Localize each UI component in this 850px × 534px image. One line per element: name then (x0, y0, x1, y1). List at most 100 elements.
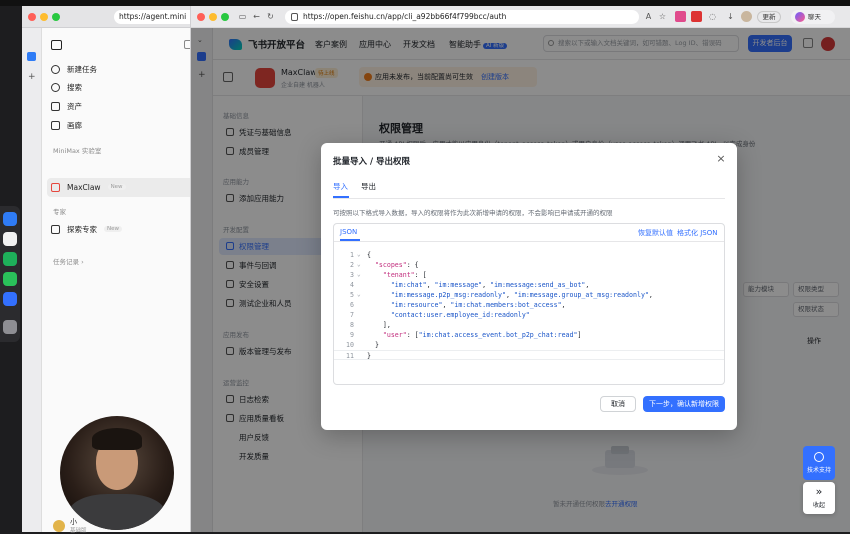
minimize-window-icon[interactable] (209, 13, 217, 21)
close-window-icon[interactable] (28, 13, 36, 21)
back-sidebar-rail: + (22, 28, 42, 532)
search-icon (51, 82, 60, 92)
back-address-bar[interactable]: https://agent.mini (114, 10, 200, 24)
wechat-app-icon[interactable] (3, 272, 17, 286)
chat-logo-icon (795, 12, 805, 22)
code-line[interactable]: 9 "user": ["im:chat.access_event.bot_p2p… (334, 330, 724, 340)
next-confirm-button[interactable]: 下一步，确认新增权限 (643, 396, 725, 412)
code-text: } (367, 352, 371, 360)
fold-chevron-icon[interactable]: ⌄ (357, 260, 361, 270)
fold-chevron-icon[interactable]: ⌄ (357, 270, 361, 280)
presenter-body (68, 494, 166, 530)
collapse-button[interactable]: » 收起 (803, 482, 835, 514)
json-editor[interactable]: JSON 恢复默认值 格式化 JSON 1 ⌄{2 ⌄ "scopes": {3 ⌄ … (333, 223, 725, 385)
close-icon[interactable]: × (715, 153, 727, 165)
line-number: 2 (350, 261, 354, 269)
gallery-nav-item[interactable]: 画廊 (51, 118, 82, 132)
chat-button[interactable]: 聊天 (791, 10, 835, 24)
search-nav-item[interactable]: 搜索 (51, 80, 82, 94)
download-icon[interactable]: ↓ (725, 11, 736, 22)
line-number: 3 (350, 271, 354, 279)
new-task-button[interactable]: 新建任务 (51, 62, 97, 76)
code-line[interactable]: 8 ], (334, 320, 724, 330)
code-text: "im:chat", "im:message", "im:message:sen… (390, 281, 590, 289)
headset-icon (814, 452, 824, 462)
tab-import[interactable]: 导入 (333, 181, 348, 192)
translate-icon[interactable]: A (643, 11, 654, 22)
presenter-hair (92, 428, 142, 450)
browser-app-icon[interactable] (3, 252, 17, 266)
dialog-title: 批量导入 / 导出权限 (333, 157, 411, 167)
sidebar-icon[interactable]: ▭ (237, 11, 248, 22)
code-line[interactable]: 1 ⌄ { (334, 250, 724, 260)
code-line[interactable]: 11} (334, 350, 724, 360)
tech-support-button[interactable]: 技术支持 (803, 446, 835, 480)
code-line[interactable]: 2 ⌄ "scopes": { (334, 260, 724, 270)
code-line[interactable]: 4 "im:chat", "im:message", "im:message:s… (334, 280, 724, 290)
code-text: "im:resource", "im:chat.members:bot_acce… (390, 301, 566, 309)
front-browser-window: ▭ ← ↻ https://open.feishu.cn/app/cli_a92… (190, 6, 850, 532)
code-text: { (367, 251, 371, 259)
dock (0, 206, 20, 342)
calendar-app-icon[interactable] (3, 232, 17, 246)
code-line[interactable]: 3 ⌄ "tenant": [ (334, 270, 724, 280)
assets-nav-item[interactable]: 资产 (51, 99, 82, 113)
line-number: 7 (350, 311, 354, 319)
double-chevron-icon: » (815, 485, 823, 498)
extension-puzzle-icon[interactable]: ◌ (707, 11, 718, 22)
back-tab-bar: https://agent.mini (22, 6, 200, 28)
presenter-camera-bubble (60, 416, 174, 530)
restore-default-button[interactable]: 恢复默认值 (638, 228, 673, 238)
lab-section-label: MiniMax 实验室 (53, 147, 102, 155)
tab-export[interactable]: 导出 (361, 181, 376, 192)
explore-experts-nav-item[interactable]: 探索专家 New (51, 222, 122, 236)
back-browser-window: https://agent.mini + 新建任务 搜索 资产 画廊 MiniM… (22, 6, 200, 534)
line-number: 4 (350, 281, 354, 289)
extension-icon[interactable] (691, 11, 702, 22)
code-text: "scopes": { (374, 261, 419, 269)
line-number: 8 (350, 321, 354, 329)
close-window-icon[interactable] (197, 13, 205, 21)
zoom-window-icon[interactable] (221, 13, 229, 21)
folder-icon (51, 101, 60, 111)
cancel-button[interactable]: 取消 (600, 396, 636, 412)
code-text: "contact:user.employee_id:readonly" (390, 311, 530, 319)
feishu-app-icon[interactable] (3, 292, 17, 306)
grid-icon (51, 120, 60, 130)
code-line[interactable]: 5 ⌄ "im:message.p2p_msg:readonly", "im:me… (334, 290, 724, 300)
finder-app-icon[interactable] (3, 212, 17, 226)
trash-icon[interactable] (3, 320, 17, 334)
code-line[interactable]: 7 "contact:user.employee_id:readonly" (334, 310, 724, 320)
browser-toolbar: ▭ ← ↻ https://open.feishu.cn/app/cli_a92… (191, 6, 850, 28)
extension-icon[interactable] (675, 11, 686, 22)
fold-chevron-icon[interactable]: ⌄ (357, 250, 361, 260)
new-badge: New (104, 226, 122, 232)
line-number: 5 (350, 291, 354, 299)
update-button[interactable]: 更新 (757, 11, 781, 23)
code-line[interactable]: 6 "im:resource", "im:chat.members:bot_ac… (334, 300, 724, 310)
import-hint: 可按照以下格式导入数据，导入的权限将作为此次新增申请的权限，不会影响已申请或开通… (333, 209, 613, 217)
profile-avatar[interactable] (741, 11, 752, 22)
add-tab-icon[interactable]: + (28, 72, 36, 82)
format-json-button[interactable]: 格式化 JSON (677, 228, 717, 238)
tab-favicon-icon[interactable] (27, 52, 36, 61)
line-number: 10 (346, 341, 354, 349)
refresh-icon[interactable]: ↻ (265, 11, 276, 22)
address-bar[interactable]: https://open.feishu.cn/app/cli_a92bb66f4… (285, 10, 639, 24)
back-arrow-icon[interactable]: ← (251, 11, 262, 22)
maxclaw-nav-item[interactable]: MaxClaw New (47, 178, 197, 197)
code-text: "tenant": [ (382, 271, 427, 279)
task-history-link[interactable]: 任务记录 › (53, 256, 84, 266)
code-text: "im:message.p2p_msg:readonly", "im:messa… (390, 291, 653, 299)
bookmark-star-icon[interactable]: ☆ (657, 11, 668, 22)
maxclaw-icon (51, 182, 60, 192)
code-line[interactable]: 10 } (334, 340, 724, 350)
minimize-window-icon[interactable] (40, 13, 48, 21)
user-avatar[interactable] (53, 520, 65, 532)
line-number: 9 (350, 331, 354, 339)
zoom-window-icon[interactable] (52, 13, 60, 21)
line-number: 1 (350, 251, 354, 259)
editor-json-tab[interactable]: JSON (340, 228, 357, 236)
line-number: 6 (350, 301, 354, 309)
fold-chevron-icon[interactable]: ⌄ (357, 290, 361, 300)
